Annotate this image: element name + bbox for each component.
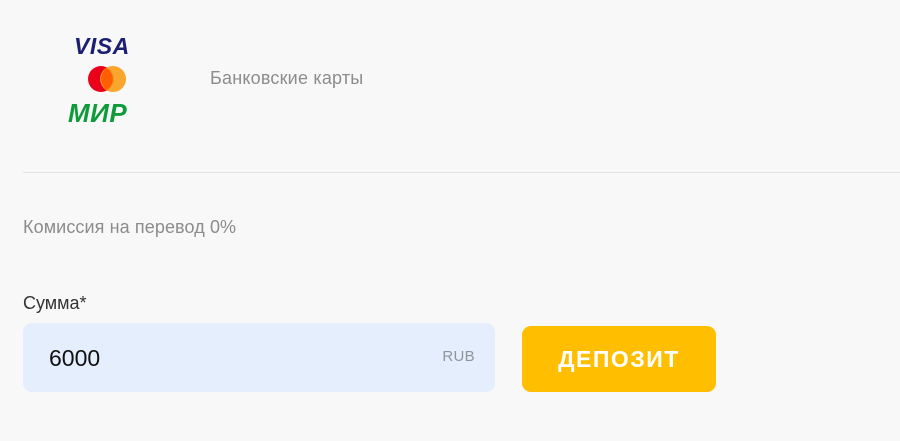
mastercard-logo xyxy=(88,66,126,92)
commission-info: Комиссия на перевод 0% xyxy=(23,217,237,237)
amount-label: Сумма* xyxy=(23,293,87,313)
payment-logos: VISA МИР xyxy=(64,33,154,128)
amount-field[interactable]: RUB xyxy=(23,323,495,392)
currency-label: RUB xyxy=(442,348,475,365)
section-divider xyxy=(23,172,900,173)
deposit-page: VISA МИР Банковские карты Комиссия на пе… xyxy=(0,0,900,441)
deposit-button[interactable]: ДЕПОЗИТ xyxy=(522,326,716,392)
visa-logo: VISA xyxy=(74,33,130,59)
amount-input[interactable] xyxy=(49,341,409,375)
payment-method-name: Банковские карты xyxy=(210,68,364,88)
payment-method-card-option[interactable]: VISA МИР Банковские карты xyxy=(0,0,900,172)
mir-logo: МИР xyxy=(68,98,128,128)
